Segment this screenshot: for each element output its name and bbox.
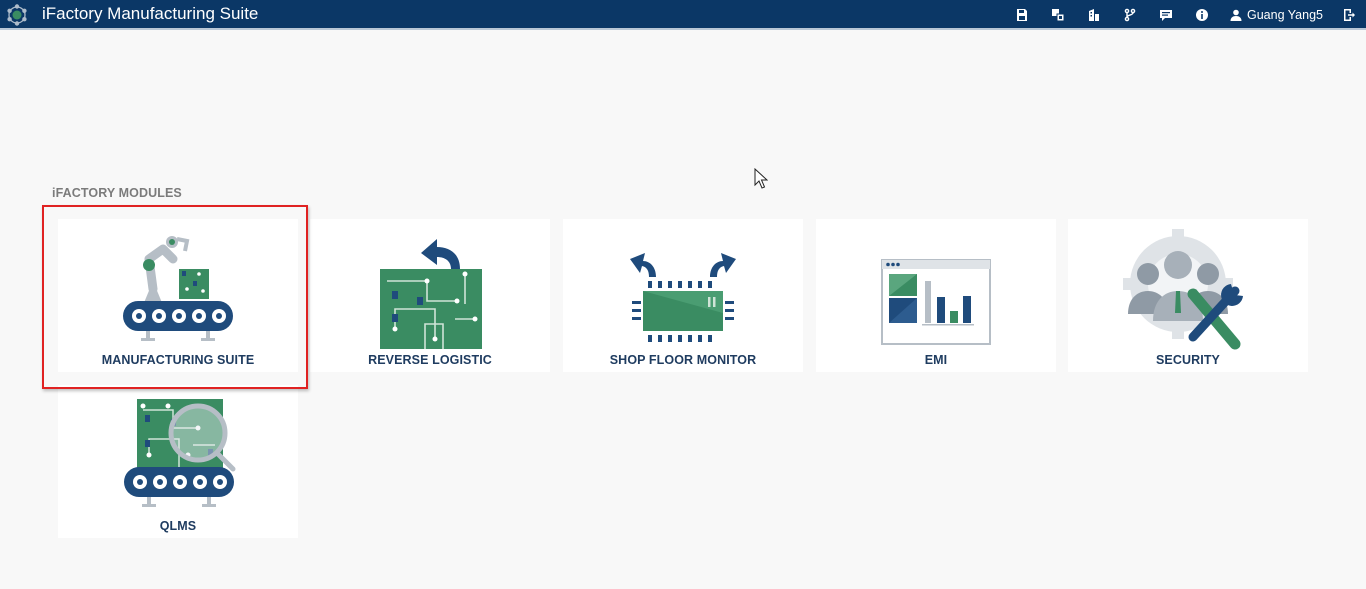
branch-icon[interactable] xyxy=(1123,8,1137,22)
mouse-cursor-icon xyxy=(754,168,768,189)
module-card-security[interactable]: SECURITY xyxy=(1068,219,1308,372)
save-icon[interactable] xyxy=(1015,8,1029,22)
chip-arrows-icon xyxy=(630,253,736,342)
top-navigation-bar: iFactory Manufacturing Suite Guang Yang5 xyxy=(0,0,1366,30)
app-logo-icon[interactable] xyxy=(5,3,29,27)
module-label: SHOP FLOOR MONITOR xyxy=(609,353,757,367)
modules-section-title: iFACTORY MODULES xyxy=(52,186,182,200)
module-label: SECURITY xyxy=(1155,353,1220,367)
module-card-qlms[interactable]: QLMS xyxy=(58,385,298,538)
building-icon[interactable] xyxy=(1087,8,1101,22)
robot-arm-conveyor-icon xyxy=(123,236,233,341)
module-label: REVERSE LOGISTIC xyxy=(368,353,492,367)
info-icon[interactable] xyxy=(1195,8,1209,22)
module-label: QLMS xyxy=(159,519,197,533)
message-icon[interactable] xyxy=(1159,8,1173,22)
translate-icon[interactable] xyxy=(1051,8,1065,22)
module-card-shop-floor-monitor[interactable]: SHOP FLOOR MONITOR xyxy=(563,219,803,372)
app-title: iFactory Manufacturing Suite xyxy=(42,4,259,23)
dashboard-window-icon xyxy=(881,259,991,345)
user-name: Guang Yang5 xyxy=(1247,8,1323,22)
user-menu[interactable]: Guang Yang5 xyxy=(1230,7,1323,23)
module-label: EMI xyxy=(924,353,948,367)
users-gear-tools-icon xyxy=(1123,229,1243,350)
logout-icon[interactable] xyxy=(1342,8,1356,22)
board-magnifier-conveyor-icon xyxy=(124,399,236,507)
module-label: MANUFACTURING SUITE xyxy=(101,353,255,367)
module-card-emi[interactable]: EMI xyxy=(816,219,1056,372)
user-icon xyxy=(1230,9,1242,21)
circuit-board-return-icon xyxy=(380,239,482,349)
module-card-reverse-logistic[interactable]: REVERSE LOGISTIC xyxy=(310,219,550,372)
module-card-manufacturing-suite[interactable]: MANUFACTURING SUITE xyxy=(58,219,298,372)
